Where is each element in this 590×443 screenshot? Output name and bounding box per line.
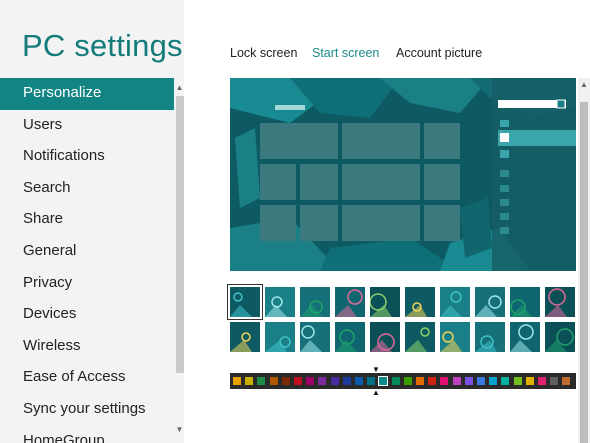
tab-start-screen[interactable]: Start screen (312, 46, 379, 60)
color-swatch[interactable] (306, 377, 315, 385)
color-swatch[interactable] (550, 377, 559, 385)
background-pattern-thumb[interactable] (370, 287, 400, 317)
sidebar-item-privacy[interactable]: Privacy (0, 268, 174, 300)
color-swatch[interactable] (403, 377, 412, 385)
color-swatch[interactable] (452, 377, 461, 385)
sidebar-scroll-thumb[interactable] (176, 96, 184, 373)
sidebar-nav: Personalize Users Notifications Search S… (0, 78, 174, 443)
color-swatch[interactable] (257, 377, 266, 385)
background-pattern-thumb[interactable] (545, 322, 575, 352)
color-swatch[interactable] (245, 377, 254, 385)
background-pattern-thumb[interactable] (335, 322, 365, 352)
sidebar-scrollbar[interactable]: ▲ ▼ (175, 78, 184, 443)
color-swatch[interactable] (367, 377, 376, 385)
tab-lock-screen[interactable]: Lock screen (230, 46, 297, 60)
color-swatch[interactable] (378, 376, 389, 386)
color-swatch[interactable] (501, 377, 510, 385)
background-pattern-thumb[interactable] (440, 287, 470, 317)
sidebar: PC settings Personalize Users Notificati… (0, 0, 184, 443)
sidebar-item-ease-of-access[interactable]: Ease of Access (0, 362, 174, 394)
background-pattern-thumb[interactable] (370, 322, 400, 352)
color-swatch[interactable] (342, 377, 351, 385)
sidebar-item-wireless[interactable]: Wireless (0, 331, 174, 363)
color-swatch[interactable] (355, 377, 363, 385)
background-pattern-thumb[interactable] (230, 322, 260, 352)
color-swatch[interactable] (525, 377, 534, 385)
background-pattern-thumb[interactable] (510, 322, 540, 352)
start-screen-preview (230, 78, 576, 271)
color-swatch[interactable] (330, 377, 339, 385)
app-title: PC settings (22, 28, 183, 63)
color-swatch[interactable] (477, 377, 485, 385)
background-pattern-thumb[interactable] (405, 322, 435, 352)
background-pattern-thumb[interactable] (475, 287, 505, 317)
background-pattern-thumb[interactable] (335, 287, 365, 317)
background-pattern-thumb[interactable] (265, 322, 295, 352)
color-marker-bottom-icon: ▲ (372, 388, 380, 397)
color-swatch[interactable] (440, 377, 449, 385)
color-swatch[interactable] (513, 377, 522, 385)
background-pattern-thumb[interactable] (265, 287, 295, 317)
color-swatch[interactable] (489, 377, 498, 385)
sidebar-item-share[interactable]: Share (0, 204, 174, 236)
background-pattern-thumb[interactable] (228, 285, 262, 319)
sidebar-item-notifications[interactable]: Notifications (0, 141, 174, 173)
content-scroll-thumb[interactable] (580, 102, 588, 443)
color-swatch[interactable] (391, 377, 400, 385)
background-pattern-thumb[interactable] (510, 287, 540, 317)
scroll-up-icon[interactable]: ▲ (175, 82, 184, 94)
content-scroll-up-icon[interactable]: ▲ (578, 80, 590, 89)
background-pattern-thumb[interactable] (405, 287, 435, 317)
background-pattern-thumb[interactable] (545, 287, 575, 317)
color-swatch[interactable] (464, 377, 473, 385)
color-swatch[interactable] (562, 377, 571, 385)
color-swatch[interactable] (416, 377, 424, 385)
sidebar-item-general[interactable]: General (0, 236, 174, 268)
color-swatch[interactable] (269, 377, 278, 385)
color-swatch[interactable] (233, 377, 241, 385)
sidebar-item-devices[interactable]: Devices (0, 299, 174, 331)
content-scrollbar[interactable]: ▲ (578, 78, 590, 443)
sidebar-item-homegroup[interactable]: HomeGroup (0, 426, 174, 443)
tab-account-picture[interactable]: Account picture (396, 46, 482, 60)
background-pattern-thumb[interactable] (300, 322, 330, 352)
color-swatch[interactable] (318, 377, 327, 385)
color-swatch[interactable] (428, 377, 437, 385)
color-swatch[interactable] (538, 377, 546, 385)
sidebar-item-search[interactable]: Search (0, 173, 174, 205)
start-screen-preview-image (230, 78, 576, 271)
background-pattern-thumb[interactable] (475, 322, 505, 352)
color-swatch[interactable] (281, 377, 290, 385)
background-pattern-thumb[interactable] (440, 322, 470, 352)
color-swatch[interactable] (294, 377, 302, 385)
sidebar-item-sync-your-settings[interactable]: Sync your settings (0, 394, 174, 426)
scroll-down-icon[interactable]: ▼ (175, 424, 184, 436)
background-pattern-thumb[interactable] (300, 287, 330, 317)
sidebar-item-personalize[interactable]: Personalize (0, 78, 174, 110)
color-swatch-bar[interactable] (230, 373, 576, 389)
sidebar-item-users[interactable]: Users (0, 110, 174, 142)
